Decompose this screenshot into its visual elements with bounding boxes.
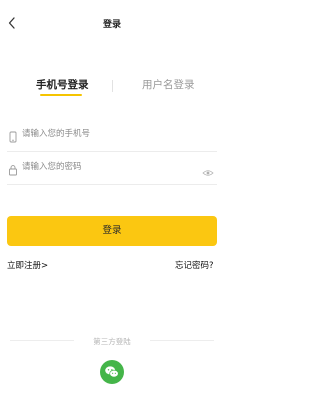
lock-icon: [8, 161, 18, 176]
wechat-icon: [105, 366, 119, 378]
phone-icon: [8, 128, 18, 143]
toggle-password-visibility[interactable]: [202, 163, 214, 176]
password-input[interactable]: [22, 160, 198, 174]
third-party-label: 第三方登陆: [93, 337, 131, 346]
phone-input[interactable]: [22, 127, 202, 141]
tab-username-login[interactable]: 用户名登录: [142, 77, 195, 92]
wechat-login-button[interactable]: [100, 360, 124, 384]
login-button[interactable]: 登录: [7, 216, 217, 246]
tab-divider: [112, 80, 113, 92]
page-title: 登录: [102, 20, 121, 30]
divider-right: [150, 340, 214, 341]
register-link[interactable]: 立即注册>: [7, 259, 48, 271]
password-field-underline: [7, 184, 217, 185]
eye-icon: [202, 170, 214, 176]
phone-field-underline: [7, 151, 217, 152]
forgot-password-link[interactable]: 忘记密码?: [175, 259, 214, 271]
active-tab-indicator: [40, 94, 82, 96]
tab-phone-login[interactable]: 手机号登录: [36, 77, 89, 92]
